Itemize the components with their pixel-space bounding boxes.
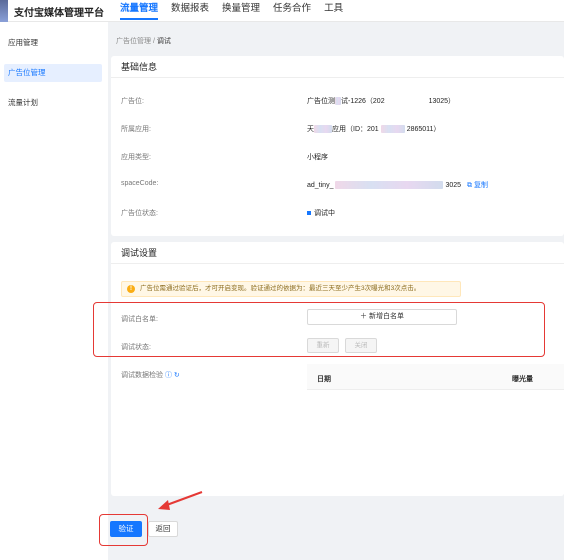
- adspace-value-end: 13025）: [428, 98, 456, 105]
- breadcrumb: 广告位管理 / 调试: [116, 36, 171, 46]
- apptype-label: 应用类型:: [121, 154, 151, 161]
- help-icon[interactable]: ⓘ: [165, 372, 172, 379]
- basic-info-card: 基础信息 广告位: 广告位测 试-1226（202 13025） 所属应用: 天应用…: [111, 56, 564, 236]
- nav-tools[interactable]: 工具: [324, 0, 343, 22]
- redacted-block: [314, 125, 332, 134]
- info-row-app: 所属应用: 天 应用（ID：201 2865011）: [121, 122, 561, 136]
- debug-check-text: 调试数据检验: [121, 372, 163, 379]
- debug-check-label: 调试数据检验 ⓘ ↻: [121, 370, 180, 380]
- warning-icon: !: [127, 285, 135, 293]
- info-row-spacecode: spaceCode: ad_tiny_ 3025 ⧉ 复制: [121, 178, 561, 192]
- sidebar: 应用管理 广告位管理 流量计划: [0, 22, 108, 560]
- adspace-value-prefix: 广告位测: [307, 98, 335, 105]
- debug-data-table: 日期 曝光量: [307, 364, 564, 494]
- verify-alert: ! 广告位需通过验证后，才可开启变现。验证通过的依据为：最近三天至少产生3次曝光…: [121, 281, 461, 297]
- info-row-status: 广告位状态: 调试中: [121, 206, 561, 220]
- col-date: 日期: [317, 376, 331, 383]
- app-value-prefix: 天: [307, 126, 314, 133]
- app-value: 天 应用（ID：201 2865011）: [307, 124, 440, 134]
- adspace-value-suffix: 试-1226（202: [341, 98, 385, 105]
- brand-title: 支付宝媒体管理平台: [14, 8, 104, 19]
- breadcrumb-current: 调试: [156, 38, 171, 45]
- top-header: 支付宝媒体管理平台 流量管理 数据报表 换量管理 任务合作 工具: [0, 0, 564, 22]
- arrow-annotation-icon: [158, 491, 203, 510]
- spacecode-value-prefix: ad_tiny_: [307, 182, 334, 189]
- status-label: 广告位状态:: [121, 210, 158, 217]
- logo-icon: [0, 0, 8, 22]
- highlight-box-debug: [93, 302, 545, 357]
- col-impressions: 曝光量: [512, 376, 533, 383]
- debug-settings-title: 调试设置: [111, 242, 564, 264]
- redacted-block: [380, 125, 405, 134]
- sidebar-item-plan[interactable]: 流量计划: [4, 94, 102, 112]
- main-nav: 流量管理 数据报表 换量管理 任务合作 工具: [120, 0, 356, 22]
- redacted-block: [335, 181, 444, 190]
- info-row-apptype: 应用类型: 小程序: [121, 150, 561, 164]
- spacecode-value: ad_tiny_ 3025 ⧉ 复制: [307, 180, 488, 190]
- breadcrumb-parent[interactable]: 广告位管理: [116, 38, 151, 45]
- verify-button[interactable]: 验证: [110, 521, 142, 537]
- app-value-mid: 应用（ID：201: [332, 126, 379, 133]
- nav-traffic[interactable]: 流量管理: [120, 0, 159, 20]
- breadcrumb-sep: /: [152, 38, 155, 45]
- alert-text: 广告位需通过验证后，才可开启变现。验证通过的依据为：最近三天至少产生3次曝光和3…: [140, 285, 421, 292]
- status-dot-icon: [307, 211, 311, 216]
- info-row-adspace: 广告位: 广告位测 试-1226（202 13025）: [121, 94, 561, 108]
- table-header: 日期 曝光量: [307, 364, 564, 390]
- status-text: 调试中: [314, 210, 335, 217]
- back-button[interactable]: 返回: [148, 521, 178, 537]
- refresh-icon[interactable]: ↻: [174, 372, 180, 379]
- status-value: 调试中: [307, 208, 335, 218]
- adspace-value: 广告位测 试-1226（202 13025）: [307, 96, 455, 106]
- copy-label: 复制: [473, 182, 488, 189]
- nav-exchange[interactable]: 换量管理: [222, 0, 260, 22]
- sidebar-item-adspace[interactable]: 广告位管理: [4, 64, 102, 82]
- copy-button[interactable]: ⧉ 复制: [467, 182, 488, 189]
- debug-settings-card: 调试设置 ! 广告位需通过验证后，才可开启变现。验证通过的依据为：最近三天至少产…: [111, 242, 564, 496]
- apptype-value: 小程序: [307, 154, 328, 161]
- spacecode-value-end: 3025: [445, 182, 462, 189]
- adspace-label: 广告位:: [121, 98, 144, 105]
- basic-info-title: 基础信息: [111, 56, 564, 78]
- nav-reports[interactable]: 数据报表: [171, 0, 209, 22]
- sidebar-item-apps[interactable]: 应用管理: [4, 34, 102, 52]
- spacecode-label: spaceCode:: [121, 180, 159, 187]
- nav-tasks[interactable]: 任务合作: [273, 0, 311, 22]
- app-value-end: 2865011）: [406, 126, 441, 133]
- app-label: 所属应用:: [121, 126, 151, 133]
